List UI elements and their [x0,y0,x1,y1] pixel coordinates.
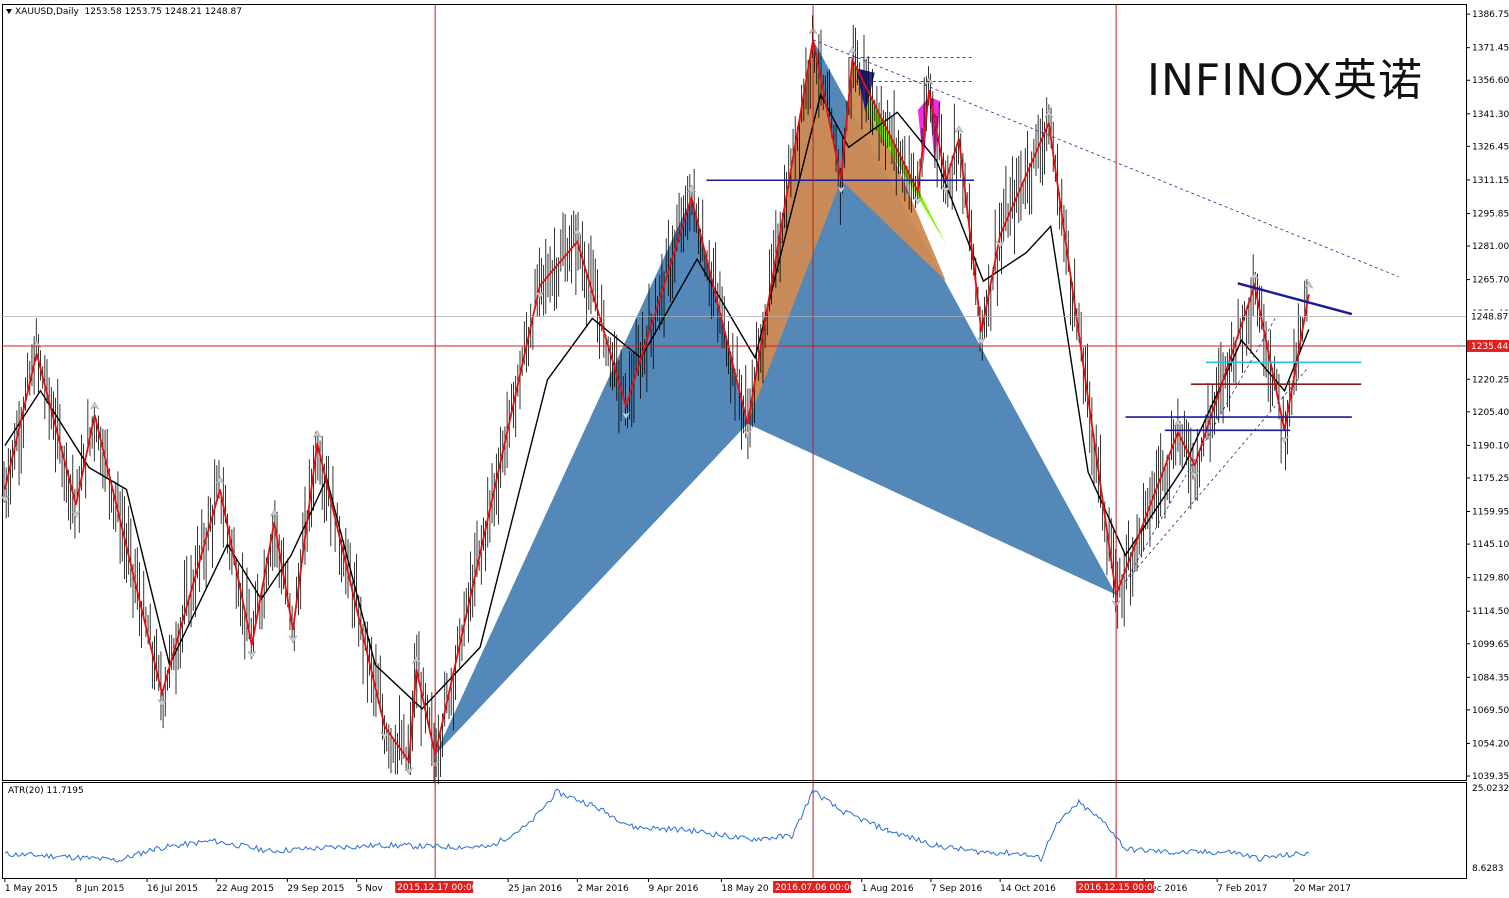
price-tick-label: 1341.30 [1472,110,1509,120]
time-tick-label: 5 Nov [357,884,384,894]
atr-label: ATR(20) 11.7195 [8,786,84,796]
brand-logo: INFINOX英诺 [1147,55,1424,106]
atr-pane-border [2,782,1467,879]
price-tick-label: 1175.25 [1472,474,1509,484]
time-highlight-label: 2015.12.17 00:00 [397,883,478,893]
price-tick-label: 1069.50 [1472,706,1509,716]
price-tick-label: 1205.40 [1472,408,1509,418]
time-tick-label: 2 Mar 2016 [577,884,629,894]
price-tick-label: 1311.15 [1472,176,1509,186]
price-tick-label: 1190.10 [1472,441,1509,451]
time-tick-label: 1 Aug 2016 [862,884,914,894]
time-tick-label: 9 Apr 2016 [648,884,698,894]
time-tick-label: 7 Sep 2016 [931,884,983,894]
price-tick-label: 1386.75 [1472,10,1509,20]
time-tick-label: 16 Jul 2015 [147,884,198,894]
time-tick-label: 20 Mar 2017 [1294,884,1351,894]
time-tick-label: 7 Feb 2017 [1217,884,1267,894]
dropdown-icon[interactable] [6,9,12,14]
price-chart[interactable]: 1386.75 1371.45 1356.60 1341.30 1326.45 1311.… [0,0,1509,898]
time-tick-label: 1 May 2015 [5,884,58,894]
price-axis: 1386.75 1371.45 1356.60 1341.30 1326.45 1311.… [1466,10,1509,782]
time-axis: 1 May 2015 8 Jun 2015 16 Jul 2015 22 Aug 20… [4,878,1351,894]
time-highlight-label: 2016.12.15 00:00 [1078,883,1159,893]
time-tick-label: 29 Sep 2015 [287,884,344,894]
symbol-label: XAUUSD,Daily [15,7,79,17]
price-tick-label: 1099.65 [1472,640,1509,650]
price-tick-label: 1159.95 [1472,508,1509,518]
price-tick-label: 1054.20 [1472,739,1509,749]
price-tick-label: 1295.85 [1472,209,1509,219]
price-tick-label: 1220.25 [1472,375,1509,385]
marked-level-tag: 1235.44 [1471,342,1508,352]
time-tick-label: 18 May 20 [721,884,769,894]
price-tick-label: 1326.45 [1472,142,1509,152]
time-highlight-label: 2016.07.06 00:00 [775,883,856,893]
price-tick-label: 1114.50 [1472,607,1509,617]
price-tick-label: 1265.70 [1472,276,1509,286]
atr-tick-label: 25.0232 [1472,784,1509,794]
price-tick-label: 1129.80 [1472,574,1509,584]
price-tick-label: 1371.45 [1472,44,1509,54]
time-tick-label: 14 Oct 2016 [1000,884,1056,894]
current-price-tag: 1248.87 [1471,313,1508,323]
price-tick-label: 1281.00 [1472,242,1509,252]
price-tick-label: 1039.35 [1472,772,1509,782]
price-tick-label: 1356.60 [1472,76,1509,86]
price-tick-label: 1084.35 [1472,673,1509,683]
time-tick-label: 8 Jun 2015 [76,884,124,894]
atr-tick-label: 8.6283 [1472,864,1504,874]
time-tick-label: 22 Aug 2015 [216,884,274,894]
price-tick-label: 1145.10 [1472,540,1509,550]
time-tick-label: 25 Jan 2016 [508,884,562,894]
chart-header: XAUUSD,Daily 1253.58 1253.75 1248.21 124… [6,7,242,17]
ohlc-label: 1253.58 1253.75 1248.21 1248.87 [84,7,242,17]
